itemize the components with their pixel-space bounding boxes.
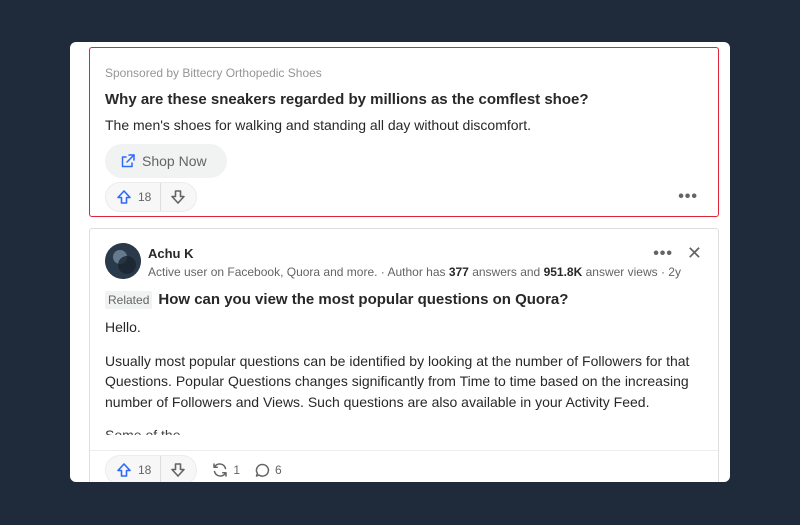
sponsor-label: Sponsored by Bittecry Orthopedic Shoes — [105, 66, 322, 80]
views-count: 951.8K — [543, 265, 583, 279]
ad-description: The men's shoes for walking and standing… — [105, 117, 532, 133]
answer-vote-pill: 18 — [105, 455, 198, 482]
downvote-arrow-icon — [170, 462, 186, 478]
share-icon — [211, 461, 229, 479]
comment-count: 6 — [275, 463, 282, 477]
share-button[interactable]: 1 — [211, 461, 240, 479]
comment-icon — [254, 462, 271, 479]
avatar[interactable] — [105, 243, 141, 279]
answer-body[interactable]: Hello. Usually most popular questions ca… — [105, 317, 705, 435]
upvote-count: 18 — [138, 190, 152, 204]
answer-paragraph: Usually most popular questions can be id… — [105, 352, 690, 410]
cred-mid: answers and — [468, 265, 544, 279]
close-icon[interactable]: ✕ — [687, 243, 702, 264]
divider — [90, 450, 718, 451]
ad-vote-pill: 18 — [105, 182, 198, 212]
feed-panel: Sponsored by Bittecry Orthopedic Shoes W… — [70, 42, 730, 482]
answer-card: Achu K Active user on Facebook, Quora an… — [89, 228, 719, 482]
related-tag: Related — [105, 291, 153, 309]
ad-headline[interactable]: Why are these sneakers regarded by milli… — [105, 91, 589, 108]
related-question-row: Related How can you view the most popula… — [105, 291, 568, 309]
cred-suffix: answer views · 2y — [582, 265, 681, 279]
author-name[interactable]: Achu K — [148, 246, 194, 261]
answers-count: 377 — [448, 265, 469, 279]
upvote-arrow-icon — [116, 462, 132, 478]
related-question-link[interactable]: How can you view the most popular questi… — [158, 291, 568, 308]
ad-more-options-icon[interactable]: ••• — [678, 188, 698, 206]
downvote-button[interactable] — [161, 183, 196, 211]
sponsored-card: Sponsored by Bittecry Orthopedic Shoes W… — [89, 47, 719, 217]
cred-prefix: Active user on Facebook, Quora and more.… — [148, 265, 449, 279]
downvote-arrow-icon — [170, 189, 186, 205]
comment-button[interactable]: 6 — [254, 462, 282, 479]
downvote-button[interactable] — [161, 456, 196, 482]
author-credentials: Active user on Facebook, Quora and more.… — [148, 265, 681, 279]
shop-now-label: Shop Now — [142, 153, 207, 169]
upvote-button[interactable]: 18 — [106, 456, 162, 482]
external-link-icon — [120, 153, 136, 169]
answer-paragraph: Hello. — [105, 319, 141, 335]
upvote-count: 18 — [138, 463, 152, 477]
upvote-button[interactable]: 18 — [106, 183, 162, 211]
answer-actions: 18 1 6 — [105, 455, 705, 482]
shop-now-button[interactable]: Shop Now — [105, 144, 227, 178]
answer-more-options-icon[interactable]: ••• — [653, 245, 673, 263]
upvote-arrow-icon — [116, 189, 132, 205]
share-count: 1 — [233, 463, 241, 477]
